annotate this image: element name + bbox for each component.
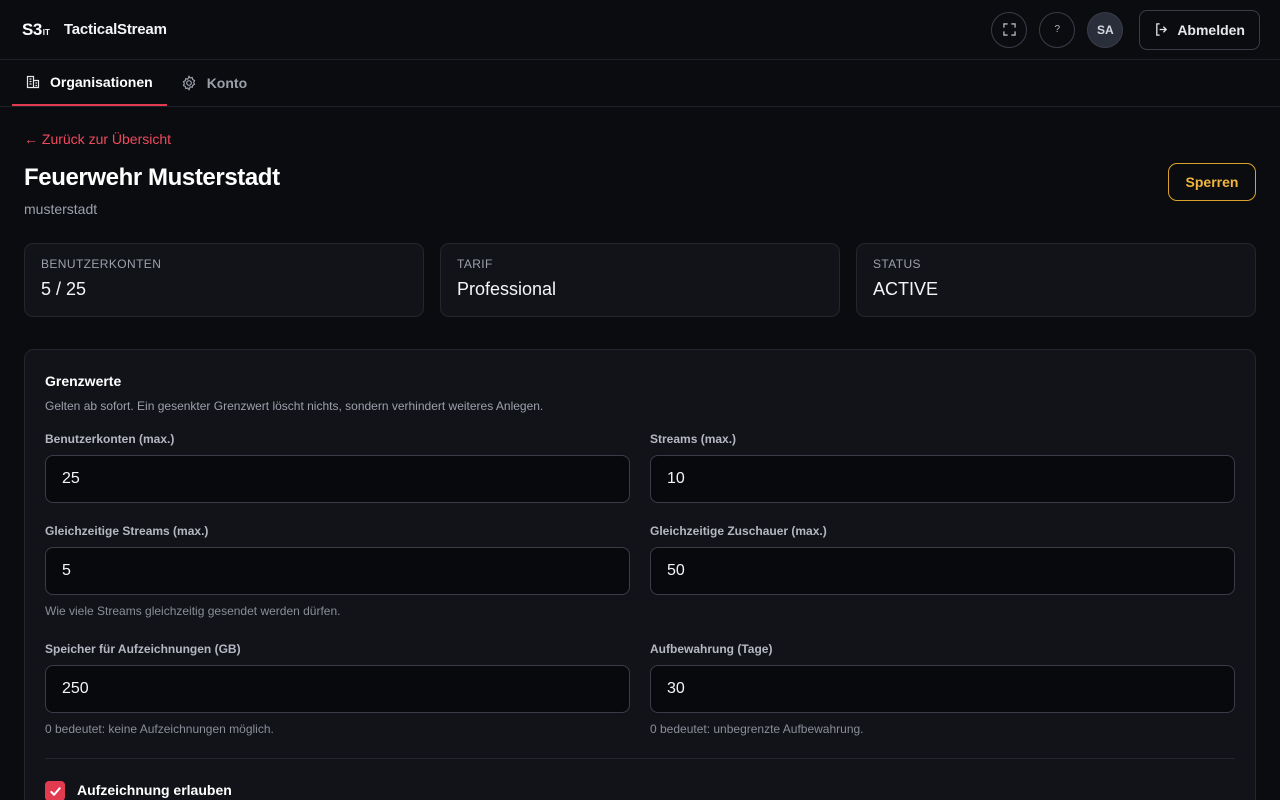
logout-icon xyxy=(1156,23,1168,36)
concurrent-streams-input[interactable] xyxy=(45,547,630,595)
field-label-concurrent-streams: Gleichzeitige Streams (max.) xyxy=(45,524,209,538)
fullscreen-button[interactable] xyxy=(991,11,1028,48)
logo-sup: IT xyxy=(42,27,50,37)
stat-value: ACTIVE xyxy=(873,279,939,299)
stat-card-status: STATUS ACTIVE xyxy=(856,243,1256,317)
stat-label: STATUS xyxy=(873,257,921,271)
concurrent-viewers-input[interactable] xyxy=(650,547,1235,595)
check-icon xyxy=(49,786,61,796)
field-label-accounts: Benutzerkonten (max.) xyxy=(45,432,175,446)
app-title: TacticalStream xyxy=(63,21,167,38)
streams-max-input[interactable] xyxy=(650,455,1235,503)
gear-icon xyxy=(181,75,197,91)
fullscreen-icon xyxy=(1003,23,1016,36)
field-label-concurrent-viewers: Gleichzeitige Zuschauer (max.) xyxy=(650,524,827,538)
tab-label: Konto xyxy=(206,75,248,91)
tab-organisationen[interactable]: Organisationen xyxy=(12,60,167,106)
storage-input[interactable] xyxy=(45,665,630,713)
field-label-retention: Aufbewahrung (Tage) xyxy=(650,642,773,656)
divider xyxy=(45,758,1235,759)
limits-description: Gelten ab sofort. Ein gesenkter Grenzwer… xyxy=(45,399,544,413)
avatar[interactable]: SA xyxy=(1087,11,1124,48)
logo[interactable]: S3 IT xyxy=(22,20,50,40)
stat-cards: BENUTZERKONTEN 5 / 25 TARIF Professional… xyxy=(24,243,1256,317)
limits-card: Grenzwerte Gelten ab sofort. Ein gesenkt… xyxy=(24,349,1256,800)
storage-hint: 0 bedeutet: keine Aufzeichnungen möglich… xyxy=(45,722,274,736)
recording-checkbox-label[interactable]: Aufzeichnung erlauben xyxy=(77,782,232,798)
retention-hint: 0 bedeutet: unbegrenzte Aufbewahrung. xyxy=(650,722,864,736)
top-bar: S3 IT TacticalStream ? SA Abmelden xyxy=(0,0,1280,60)
page-title: Feuerwehr Musterstadt xyxy=(24,164,280,191)
stat-label: BENUTZERKONTEN xyxy=(41,257,162,271)
field-label-storage: Speicher für Aufzeichnungen (GB) xyxy=(45,642,241,656)
building-icon xyxy=(26,75,40,89)
accounts-max-input[interactable] xyxy=(45,455,630,503)
retention-input[interactable] xyxy=(650,665,1235,713)
main-tabs: Organisationen Konto xyxy=(0,60,1280,107)
lock-button[interactable]: Sperren xyxy=(1168,163,1256,201)
logout-label: Abmelden xyxy=(1177,21,1245,38)
stat-value: Professional xyxy=(457,279,557,299)
stat-card-tariff: TARIF Professional xyxy=(440,243,840,317)
stat-value: 5 / 25 xyxy=(41,279,87,299)
stat-label: TARIF xyxy=(457,257,493,271)
help-button[interactable]: ? xyxy=(1039,11,1076,48)
recording-checkbox[interactable] xyxy=(45,781,65,800)
concurrent-streams-hint: Wie viele Streams gleichzeitig gesendet … xyxy=(45,604,341,618)
stat-card-accounts: BENUTZERKONTEN 5 / 25 xyxy=(24,243,424,317)
logo-main: S3 xyxy=(22,19,42,39)
page-subtitle: musterstadt xyxy=(24,201,98,217)
logout-button[interactable]: Abmelden xyxy=(1139,9,1260,50)
tab-konto[interactable]: Konto xyxy=(167,60,261,106)
limits-title: Grenzwerte xyxy=(45,373,122,389)
field-label-streams: Streams (max.) xyxy=(650,432,737,446)
tab-label: Organisationen xyxy=(50,74,153,90)
top-actions: ? SA Abmelden xyxy=(991,9,1260,50)
back-link[interactable]: ← Zurück zur Übersicht xyxy=(24,131,171,147)
help-icon: ? xyxy=(1054,24,1061,35)
